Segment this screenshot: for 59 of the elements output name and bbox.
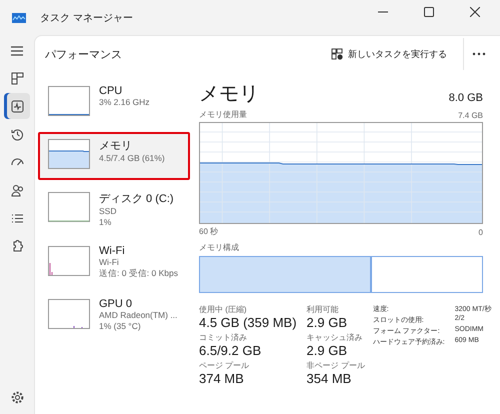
device-name: メモリ — [99, 139, 133, 153]
device-stat: 3% 2.16 GHz — [99, 97, 150, 108]
chart-label: メモリ使用量 — [199, 109, 247, 120]
grid-icon — [10, 72, 24, 84]
device-name: Wi-Fi — [99, 245, 126, 257]
settings-icon[interactable] — [10, 391, 24, 404]
puzzle-icon — [10, 240, 24, 252]
page-title: パフォーマンス — [45, 48, 122, 62]
composition-label: メモリ構成 — [199, 242, 240, 253]
device-stat: 4.5/7.4 GB (61%) — [99, 153, 165, 164]
device-name: GPU 0 — [99, 298, 134, 310]
close-icon[interactable] — [470, 6, 480, 16]
list-icon — [10, 212, 24, 224]
app-icon — [12, 12, 26, 22]
stat-value: 354 MB — [306, 371, 352, 386]
device-stat: 1% (35 °C) — [99, 321, 142, 332]
new-task-icon — [331, 48, 343, 60]
usage-graph — [48, 246, 90, 276]
stat-value: 2.9 GB — [306, 315, 348, 330]
maximize-icon[interactable] — [424, 6, 434, 16]
device-item[interactable]: CPU 3% 2.16 GHz — [38, 79, 190, 127]
usage-graph — [48, 139, 90, 169]
stat-label: キャッシュ済み — [306, 332, 364, 343]
chart-max-label: 7.4 GB — [458, 111, 483, 120]
users-icon — [10, 184, 24, 196]
more-icon[interactable] — [472, 52, 486, 56]
detail-title: メモリ — [199, 82, 259, 107]
device-stat: SSD — [99, 206, 118, 217]
axis-label: 60 秒 — [199, 226, 218, 237]
stat-value: 374 MB — [199, 371, 245, 386]
selected-device-item[interactable]: メモリ 4.5/7.4 GB (61%) — [38, 132, 190, 180]
history-icon — [10, 128, 24, 140]
device-item[interactable]: GPU 0 AMD Radeon(TM) ... 1% (35 °C) — [38, 292, 190, 340]
stat-label: 非ページ プール — [306, 360, 365, 371]
stat-value: 4.5 GB (359 MB) — [199, 315, 297, 330]
usage-graph — [48, 299, 90, 329]
run-new-task-button[interactable]: 新しいタスクを実行する — [325, 44, 453, 64]
pulse-icon — [10, 100, 24, 112]
stat-label: コミット済み — [199, 332, 248, 343]
stat-value: 6.5/9.2 GB — [199, 343, 262, 358]
axis-label: 0 — [478, 228, 483, 237]
menu-icon[interactable] — [10, 45, 24, 57]
stat-value: 2.9 GB — [306, 343, 348, 358]
stat-label: 利用可能 — [306, 304, 340, 315]
total-memory: 8.0 GB — [448, 92, 483, 104]
device-name: ディスク 0 (C:) — [99, 192, 174, 206]
device-stat: AMD Radeon(TM) ... — [99, 310, 178, 321]
usage-graph — [48, 192, 90, 222]
device-stat: 送信: 0 受信: 0 Kbps — [99, 268, 178, 279]
device-item[interactable]: ディスク 0 (C:) SSD 1% — [38, 185, 190, 234]
stat-label: 使用中 (圧縮) — [199, 304, 248, 315]
window-title: タスク マネージャー — [40, 12, 133, 24]
device-name: CPU — [99, 85, 124, 97]
device-item[interactable]: Wi-Fi Wi-Fi 送信: 0 受信: 0 Kbps — [38, 239, 190, 287]
stat-label: ページ プール — [199, 360, 250, 371]
usage-graph — [48, 86, 90, 116]
device-stat: Wi-Fi — [99, 257, 120, 268]
nav-item[interactable] — [4, 93, 30, 119]
device-stat: 1% — [99, 217, 112, 228]
